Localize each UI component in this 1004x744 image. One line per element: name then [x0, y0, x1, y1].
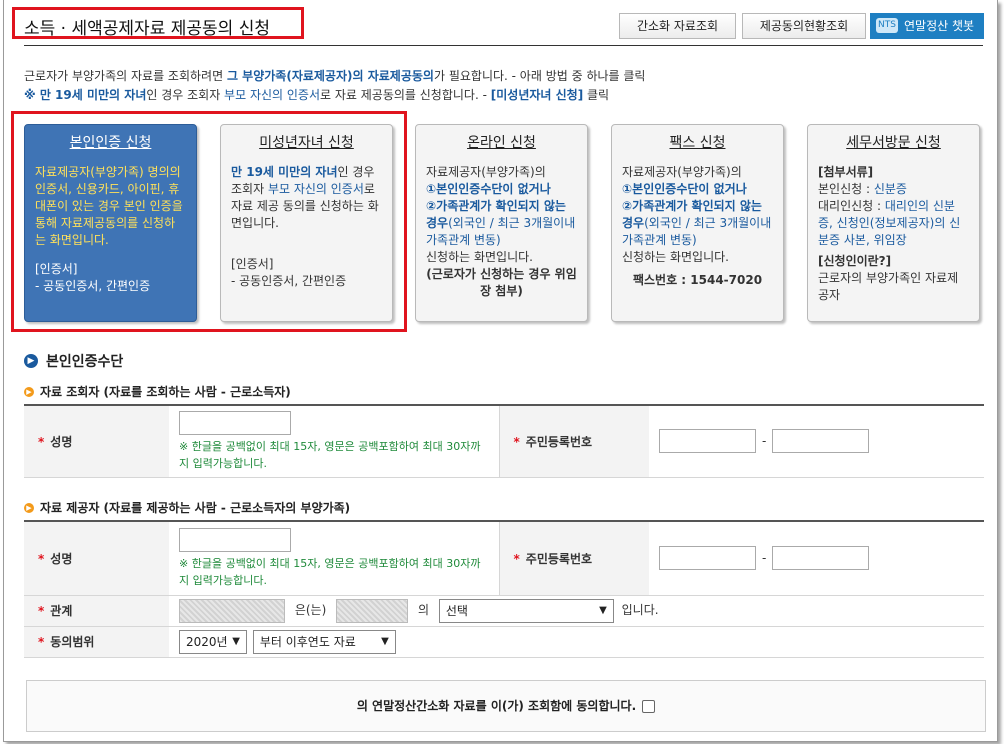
card-title: 미성년자녀 신청 [259, 135, 354, 151]
rrn-label: * 주민등록번호 [498, 521, 649, 596]
card-cert-head: [인증서] [35, 262, 78, 276]
intro-line-2: ※ 만 19세 미만의 자녀인 경우 조회자 부모 자신의 인증서로 자료 제공… [24, 88, 610, 102]
relation-label: * 관계 [24, 595, 169, 627]
chatbot-button[interactable]: NTS 연말정산 챗봇 [870, 13, 984, 39]
card-desc: [첨부서류] 본인신청 : 신분증 대리인신청 : 대리인의 신분증, 신청인(… [818, 165, 961, 302]
chevron-down-icon: ▼ [381, 636, 389, 647]
title-divider [24, 45, 983, 46]
page-frame: 소득 · 세액공제자료 제공동의 신청 간소화 자료조회 제공동의현황조회 NT… [3, 0, 998, 742]
consent-status-button[interactable]: 제공동의현황조회 [742, 13, 866, 39]
consent-checkbox[interactable] [642, 700, 656, 713]
card-fax[interactable]: 팩스 신청 자료제공자(부양가족)의 ①본인인증수단이 없거나 ②가족관계가 확… [611, 124, 784, 322]
card-title: 세무서방문 신청 [846, 135, 941, 151]
year-select[interactable]: 2020년 ▼ [179, 629, 247, 654]
consent-text: 의 연말정산간소화 자료를 이(가) 조회함에 동의합니다. [356, 699, 637, 713]
relation-viewer-name [336, 598, 409, 623]
viewer-name-input[interactable] [179, 410, 291, 435]
card-desc: 만 19세 미만의 자녀인 경우 조회자 부모 자신의 인증서로 자료 제공 동… [231, 165, 379, 230]
card-cert-body: - 공동인증서, 간편인증 [35, 279, 151, 293]
chevron-down-icon: ▼ [232, 636, 240, 647]
card-online[interactable]: 온라인 신청 자료제공자(부양가족)의 ①본인인증수단이 없거나 ②가족관계가 … [415, 124, 588, 322]
scope-select[interactable]: 부터 이후연도 자료 ▼ [252, 629, 396, 654]
arrow-circle-icon: ▶ [24, 386, 34, 397]
provider-rrn-front-input[interactable] [659, 546, 756, 571]
arrow-circle-icon: ▶ [24, 502, 34, 513]
chatbot-label: 연말정산 챗봇 [904, 19, 975, 33]
section-title: ▶ 본인인증수단 [24, 351, 123, 371]
arrow-circle-icon: ▶ [24, 354, 38, 368]
provider-rrn-back-input[interactable] [772, 546, 870, 571]
relation-provider-name [179, 598, 285, 623]
simple-lookup-button[interactable]: 간소화 자료조회 [619, 13, 736, 39]
name-note: ※ 한글을 공백없이 최대 15자, 영문은 공백포함하여 최대 30자까지 입… [179, 439, 481, 470]
relation-select[interactable]: 선택 ▼ [438, 598, 614, 623]
card-title: 팩스 신청 [669, 135, 726, 151]
scope-row: * 동의범위 2020년 ▼ 부터 이후연도 자료 ▼ [24, 626, 984, 658]
card-minor-child[interactable]: 미성년자녀 신청 만 19세 미만의 자녀인 경우 조회자 부모 자신의 인증서… [220, 124, 393, 322]
card-self-auth[interactable]: 본인인증 신청 자료제공자(부양가족) 명의의 인증서, 신용카드, 아이핀, … [24, 124, 197, 322]
provider-name-input[interactable] [179, 527, 291, 552]
rrn-label: * 주민등록번호 [498, 405, 649, 478]
card-visit[interactable]: 세무서방문 신청 [첨부서류] 본인신청 : 신분증 대리인신청 : 대리인의 … [807, 124, 980, 322]
viewer-rrn-back-input[interactable] [772, 429, 870, 454]
card-desc: 자료제공자(부양가족)의 ①본인인증수단이 없거나 ②가족관계가 확인되지 않는… [622, 165, 772, 287]
viewer-subheading: ▶ 자료 조회자 (자료를 조회하는 사람 - 근로소득자) [24, 383, 291, 400]
chatbot-icon: NTS [876, 18, 898, 33]
name-label: * 성명 [24, 405, 169, 478]
provider-form: * 성명 ※ 한글을 공백없이 최대 15자, 영문은 공백포함하여 최대 30자… [24, 520, 984, 658]
card-desc: 자료제공자(부양가족) 명의의 인증서, 신용카드, 아이핀, 휴대폰이 있는 … [35, 165, 183, 247]
chevron-down-icon: ▼ [599, 605, 607, 616]
viewer-rrn-front-input[interactable] [659, 429, 756, 454]
card-cert-head: [인증서] [231, 257, 274, 271]
card-desc: 자료제공자(부양가족)의 ①본인인증수단이 없거나 ②가족관계가 확인되지 않는… [426, 165, 577, 298]
scope-label: * 동의범위 [24, 626, 169, 658]
page-title: 소득 · 세액공제자료 제공동의 신청 [12, 7, 304, 39]
name-note: ※ 한글을 공백없이 최대 15자, 영문은 공백포함하여 최대 30자까지 입… [179, 556, 481, 587]
consent-box: 의 연말정산간소화 자료를 이(가) 조회함에 동의합니다. [26, 680, 986, 732]
viewer-form: * 성명 ※ 한글을 공백없이 최대 15자, 영문은 공백포함하여 최대 30자… [24, 404, 984, 478]
fax-number: 팩스번호 : 1544-7020 [632, 273, 763, 287]
card-title: 본인인증 신청 [69, 135, 152, 151]
card-title: 온라인 신청 [467, 135, 536, 151]
relation-row: * 관계 은(는) 의 선택 ▼ 입니다. [24, 595, 984, 627]
intro-line-1: 근로자가 부양가족의 자료를 조회하려면 그 부양가족(자료제공자)의 자료제공… [24, 69, 646, 83]
card-cert-body: - 공동인증서, 간편인증 [231, 274, 347, 288]
intro-text: 근로자가 부양가족의 자료를 조회하려면 그 부양가족(자료제공자)의 자료제공… [24, 67, 984, 105]
provider-subheading: ▶ 자료 제공자 (자료를 제공하는 사람 - 근로소득자의 부양가족) [24, 499, 350, 516]
viewer-row: * 성명 ※ 한글을 공백없이 최대 15자, 영문은 공백포함하여 최대 30자… [24, 405, 984, 478]
provider-name-row: * 성명 ※ 한글을 공백없이 최대 15자, 영문은 공백포함하여 최대 30자… [24, 521, 984, 596]
name-label: * 성명 [24, 521, 169, 596]
